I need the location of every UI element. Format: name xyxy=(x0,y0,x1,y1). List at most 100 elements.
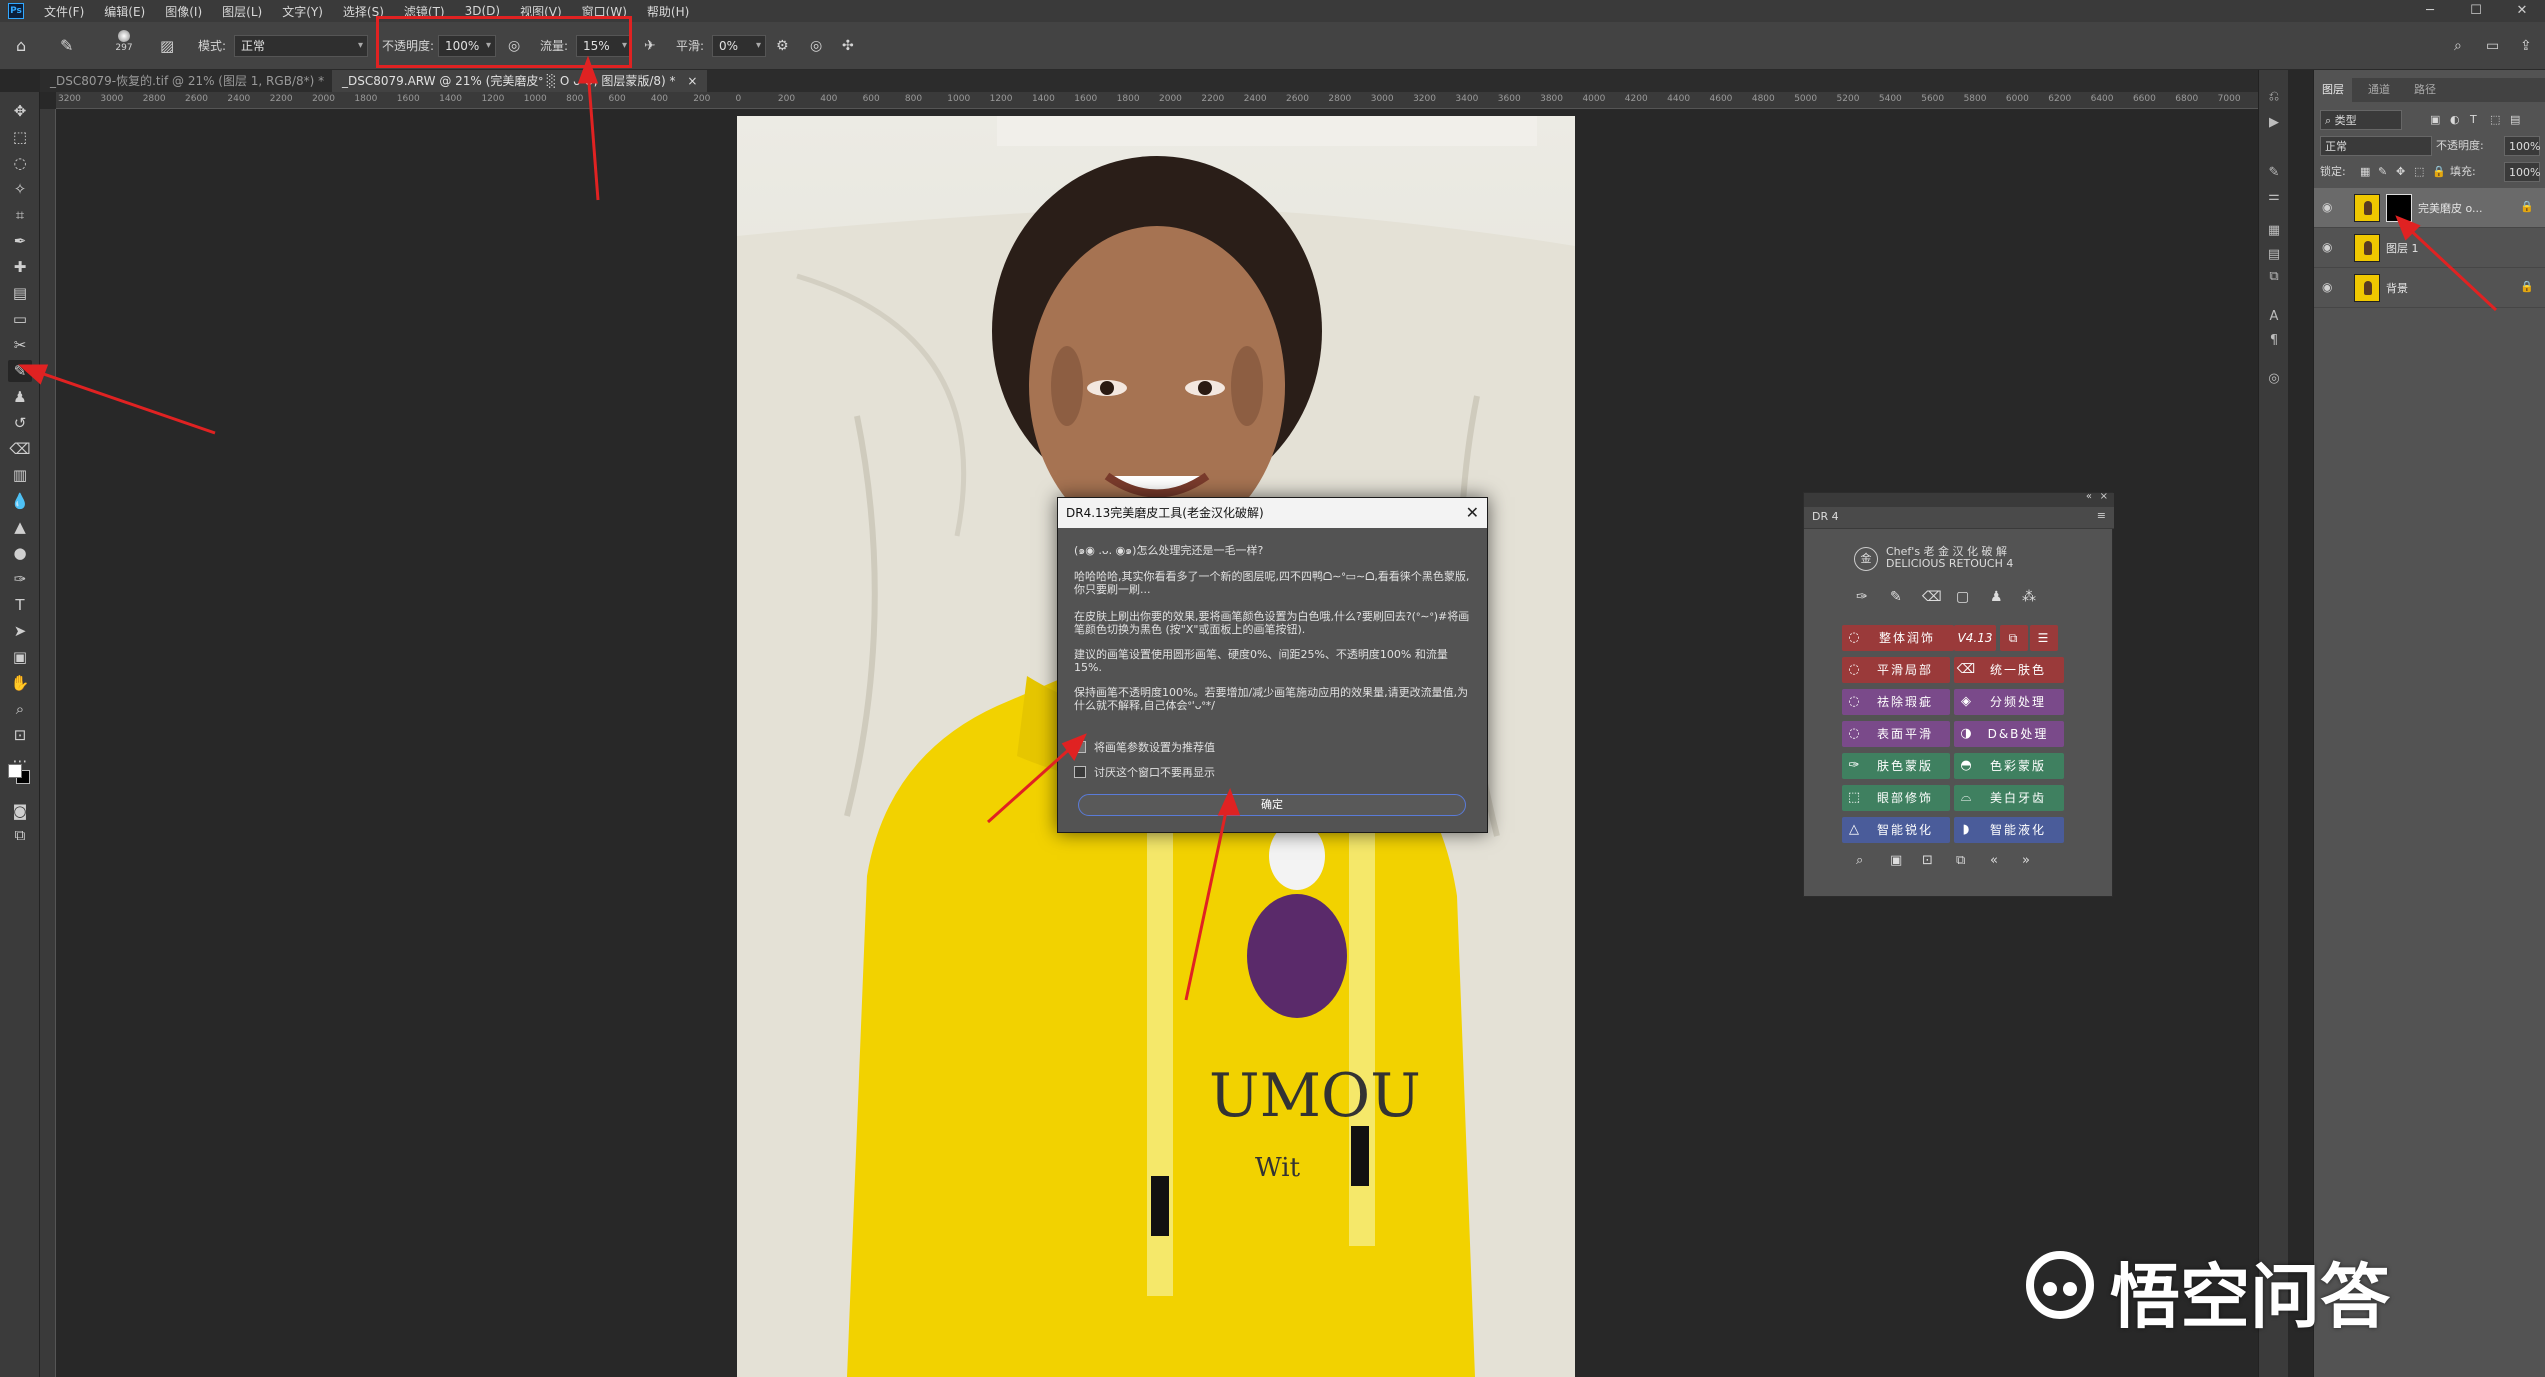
eraser-tool-icon[interactable]: ⌫ xyxy=(8,438,32,460)
history-icon[interactable]: ⎌ xyxy=(2265,88,2283,106)
maximize-icon[interactable]: ☐ xyxy=(2453,0,2499,22)
prev-icon[interactable]: « xyxy=(1990,853,1998,868)
properties-icon[interactable]: ▤ xyxy=(2265,246,2283,264)
layer-filter-select[interactable]: ⌕ 类型 xyxy=(2320,110,2402,130)
share-icon[interactable]: ⇪ xyxy=(2520,36,2532,56)
dr4-btn-overall[interactable]: ◌ 整体润饰 xyxy=(1842,625,1954,651)
menu-edit[interactable]: 编辑(E) xyxy=(94,3,155,20)
frame-tool-icon[interactable]: ▭ xyxy=(8,308,32,330)
layer-mask-thumbnail[interactable] xyxy=(2386,194,2412,222)
minimize-icon[interactable]: ─ xyxy=(2407,0,2453,22)
tab-channels[interactable]: 通道 xyxy=(2360,78,2398,102)
screen-mode-icon[interactable]: ⧉ xyxy=(8,824,32,846)
sharpen-tool-icon[interactable]: ▲ xyxy=(8,516,32,538)
eye-icon[interactable]: ◉ xyxy=(2322,240,2336,254)
lock-pixels-icon[interactable]: ▦ xyxy=(2360,162,2370,182)
paragraph-icon[interactable]: ¶ xyxy=(2265,332,2283,350)
pressure-size-icon[interactable]: ◎ xyxy=(810,36,822,56)
panel-titlebar[interactable]: « × xyxy=(1804,491,2114,507)
dr4-btn-unify-skin[interactable]: ⌫ 统一肤色 xyxy=(1954,657,2064,683)
layer-opacity-field[interactable]: 100% xyxy=(2504,136,2540,156)
scissors-tool-icon[interactable]: ✂ xyxy=(8,334,32,356)
search-icon[interactable]: ⌕ xyxy=(2454,36,2462,56)
menu-help[interactable]: 帮助(H) xyxy=(637,3,699,20)
color-swatches[interactable] xyxy=(8,760,34,788)
history-brush-tool-icon[interactable]: ↺ xyxy=(8,412,32,434)
blur-tool-icon[interactable]: 💧 xyxy=(8,490,32,512)
eyedropper-tool-icon[interactable]: ✒ xyxy=(8,230,32,252)
brush-preset-icon[interactable]: ✎ xyxy=(60,36,73,56)
dr4-btn-teeth[interactable]: ⌓ 美白牙齿 xyxy=(1954,785,2064,811)
artboard-tool-icon[interactable]: ⊡ xyxy=(8,724,32,746)
crop-tool-icon[interactable]: ⌗ xyxy=(8,204,32,226)
mode-select[interactable]: 正常 ▾ xyxy=(234,35,368,57)
lock-artboard-icon[interactable]: ⬚ xyxy=(2414,162,2424,182)
dr4-tab[interactable]: DR 4 xyxy=(1812,510,1839,523)
layers-stack-icon[interactable]: ⧉ xyxy=(2000,625,2028,651)
adjustments-icon[interactable]: ⚌ xyxy=(2265,188,2283,206)
marquee-tool-icon[interactable]: ⬚ xyxy=(8,126,32,148)
hand-tool-icon[interactable]: ✋ xyxy=(8,672,32,694)
menu-layer[interactable]: 图层(L) xyxy=(212,3,272,20)
close-icon[interactable]: × xyxy=(687,74,697,88)
stamp-icon[interactable]: ♟ xyxy=(1990,589,2003,605)
brush-tool-icon[interactable]: ✎ xyxy=(8,360,32,382)
swatches-icon[interactable]: ▦ xyxy=(2265,222,2283,240)
magic-wand-tool-icon[interactable]: ✧ xyxy=(8,178,32,200)
dr4-btn-dodge-burn[interactable]: ◑ D&B处理 xyxy=(1954,721,2064,747)
sliders-icon[interactable]: ☰ xyxy=(2030,625,2058,651)
shape-tool-icon[interactable]: ▣ xyxy=(8,646,32,668)
filter-smart-icon[interactable]: ▤ xyxy=(2510,110,2520,130)
move-tool-icon[interactable]: ✥ xyxy=(8,100,32,122)
symmetry-icon[interactable]: ✣ xyxy=(842,36,854,56)
fill-field[interactable]: 100% xyxy=(2504,162,2540,182)
tab-layers[interactable]: 图层 xyxy=(2314,78,2352,102)
scatter-icon[interactable]: ⁂ xyxy=(2022,589,2036,605)
brush-settings-icon[interactable]: ▨ xyxy=(160,36,174,56)
filter-pixel-icon[interactable]: ▣ xyxy=(2430,110,2440,130)
collapse-icon[interactable]: « xyxy=(2086,491,2092,502)
smoothing-field[interactable]: 0% ▾ xyxy=(712,35,766,57)
gradient-tool-icon[interactable]: ▥ xyxy=(8,464,32,486)
dr4-btn-frequency[interactable]: ◈ 分频处理 xyxy=(1954,689,2064,715)
dropper-icon[interactable]: ✑ xyxy=(1856,589,1868,605)
dr4-btn-surface[interactable]: ◌ 表面平滑 xyxy=(1842,721,1950,747)
actions-play-icon[interactable]: ▶ xyxy=(2265,114,2283,132)
patch-tool-icon[interactable]: ▤ xyxy=(8,282,32,304)
eraser-icon[interactable]: ⌫ xyxy=(1922,589,1942,605)
filter-adjust-icon[interactable]: ◐ xyxy=(2450,110,2460,130)
frame-icon[interactable]: ▢ xyxy=(1956,589,1969,605)
lasso-tool-icon[interactable]: ◌ xyxy=(8,152,32,174)
pen-tool-icon[interactable]: ✑ xyxy=(8,568,32,590)
lock-paint-icon[interactable]: ✎ xyxy=(2378,162,2387,182)
layer-row[interactable]: ◉ 完美磨皮 o... 🔒 xyxy=(2314,188,2545,228)
clone-stamp-tool-icon[interactable]: ♟ xyxy=(8,386,32,408)
menu-file[interactable]: 文件(F) xyxy=(34,3,94,20)
next-icon[interactable]: » xyxy=(2022,853,2030,868)
airbrush-icon[interactable]: ✈ xyxy=(644,36,656,56)
stack-icon[interactable]: ⧉ xyxy=(1956,853,1965,868)
brush-panel-icon[interactable]: ✎ xyxy=(2265,164,2283,182)
eye-icon[interactable]: ◉ xyxy=(2322,200,2336,214)
zoom-icon[interactable]: ⌕ xyxy=(1856,853,1863,868)
path-selection-tool-icon[interactable]: ➤ xyxy=(8,620,32,642)
filter-type-icon[interactable]: T xyxy=(2470,110,2477,130)
view-icon[interactable]: ⊡ xyxy=(1922,853,1933,868)
zoom-tool-icon[interactable]: ⌕ xyxy=(8,698,32,720)
recommended-settings-checkbox[interactable]: ✓ xyxy=(1074,741,1086,753)
menu-type[interactable]: 文字(Y) xyxy=(272,3,333,20)
lock-all-icon[interactable]: 🔒 xyxy=(2432,162,2446,182)
close-icon[interactable]: × xyxy=(2100,491,2108,502)
tab-paths[interactable]: 路径 xyxy=(2406,78,2444,102)
quick-mask-icon[interactable]: ◙ xyxy=(8,800,32,822)
healing-brush-tool-icon[interactable]: ✚ xyxy=(8,256,32,278)
layer-row[interactable]: ◉ 背景 🔒 xyxy=(2314,268,2545,308)
tab-doc-2[interactable]: _DSC8079.ARW @ 21% (完美磨皮ᐤ ░ O ᴗ O, 图层蒙版/… xyxy=(332,70,708,92)
filter-shape-icon[interactable]: ⬚ xyxy=(2490,110,2500,130)
ok-button[interactable]: 确定 xyxy=(1078,794,1466,816)
close-icon[interactable]: ✕ xyxy=(1466,498,1479,528)
character-icon[interactable]: A xyxy=(2265,308,2283,326)
blend-mode-select[interactable]: 正常 xyxy=(2320,136,2432,156)
dodge-tool-icon[interactable]: ● xyxy=(8,542,32,564)
menu-image[interactable]: 图像(I) xyxy=(155,3,212,20)
